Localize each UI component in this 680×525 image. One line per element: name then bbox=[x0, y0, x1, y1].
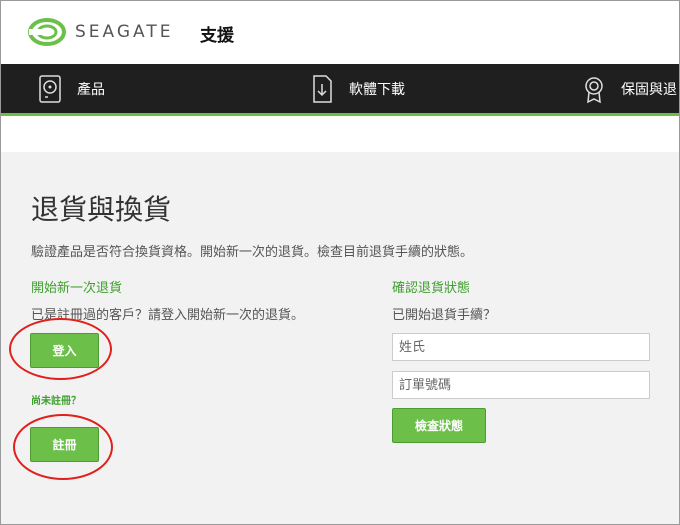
check-status-text: 已開始退貨手續？ bbox=[392, 308, 497, 323]
main-nav: 產品 軟體下載 保固與退 bbox=[1, 64, 679, 116]
page-title: 退貨與換貨 bbox=[31, 193, 172, 226]
hard-drive-icon bbox=[39, 74, 61, 103]
nav-label: 軟體下載 bbox=[349, 81, 405, 98]
returns-section: 退貨與換貨 驗證產品是否符合換貨資格。開始新一次的退貨。檢查目前退貨手續的狀態。… bbox=[1, 152, 679, 524]
logo-text[interactable]: SEAGATE bbox=[75, 22, 173, 42]
register-button[interactable]: 註冊 bbox=[30, 427, 99, 462]
nav-item-downloads[interactable]: 軟體下載 bbox=[309, 64, 405, 113]
seagate-logo-icon[interactable] bbox=[27, 15, 67, 49]
nav-item-products[interactable]: 產品 bbox=[37, 64, 105, 113]
page-description: 驗證產品是否符合換貨資格。開始新一次的退貨。檢查目前退貨手續的狀態。 bbox=[31, 245, 474, 260]
support-title[interactable]: 支援 bbox=[200, 21, 234, 46]
spacer bbox=[1, 116, 679, 152]
award-badge-icon bbox=[585, 76, 603, 103]
start-return-heading: 開始新一次退貨 bbox=[31, 281, 123, 296]
start-return-text: 已是註冊過的客戶？請登入開始新一次的退貨。 bbox=[31, 308, 305, 323]
order-number-input[interactable] bbox=[392, 371, 650, 399]
download-file-icon bbox=[313, 74, 332, 103]
nav-label: 產品 bbox=[77, 81, 105, 98]
last-name-input[interactable] bbox=[392, 333, 650, 361]
site-header: SEAGATE 支援 bbox=[1, 1, 679, 64]
check-status-heading: 確認退貨狀態 bbox=[392, 281, 471, 296]
not-registered-link[interactable]: 尚未註冊？ bbox=[31, 392, 81, 407]
login-button[interactable]: 登入 bbox=[30, 333, 99, 368]
check-status-button[interactable]: 檢查狀態 bbox=[392, 408, 486, 443]
nav-label: 保固與退 bbox=[621, 81, 677, 98]
nav-item-warranty[interactable]: 保固與退 bbox=[581, 64, 677, 113]
